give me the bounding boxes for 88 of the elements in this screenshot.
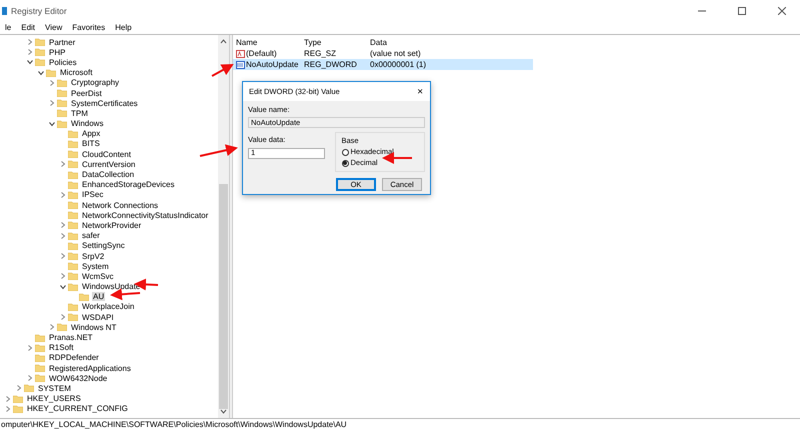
value-type: REG_SZ [303,48,338,60]
annotation-arrow [212,64,234,77]
tree-item[interactable]: SrpV2 [81,252,106,261]
expand-icon[interactable] [60,222,66,228]
expand-icon[interactable] [60,273,66,280]
tree-item[interactable]: Windows NT [70,322,118,332]
tree-item[interactable]: Partner [48,38,76,47]
tree-item[interactable]: System [81,262,110,271]
scrollbar-thumb[interactable] [219,184,228,410]
tree-item[interactable]: DataCollection [81,170,136,180]
menu-item[interactable]: Edit [16,22,40,32]
tree-item[interactable]: SYSTEM [37,384,72,393]
expand-icon[interactable] [4,396,10,402]
expand-icon[interactable] [48,80,54,86]
collapse-icon[interactable] [48,120,54,127]
annotation-arrow [200,144,238,157]
menu-item[interactable]: Favorites [67,22,110,32]
expand-icon[interactable] [48,100,54,106]
scroll-down-icon [220,409,227,414]
tree-item[interactable]: Windows [70,119,104,128]
value-type: REG_DWORD [303,58,358,70]
tree-item[interactable]: WSDAPI [81,312,115,322]
close-icon [778,6,786,15]
tree-item[interactable]: WcmSvc [81,272,115,281]
expand-icon[interactable] [16,385,22,392]
expand-icon[interactable] [26,344,32,351]
scrollbar[interactable] [218,35,229,418]
column-header[interactable]: Name [233,36,301,48]
app-icon [2,6,7,16]
menu-item[interactable]: View [40,22,68,32]
expand-icon[interactable] [60,314,66,320]
list-row[interactable]: (Default) REG_SZ (value not set) [233,48,533,59]
value-data: 0x00000001 (1) [369,58,428,70]
status-bar: omputer\HKEY_LOCAL_MACHINE\SOFTWARE\Policies\Microsoft\Windows\WindowsUpdate\AU [0,418,800,431]
expand-icon[interactable] [60,161,66,168]
tree-item[interactable]: WOW6432Node [48,374,108,383]
value-data: (value not set) [369,48,422,60]
list-row[interactable]: NoAutoUpdate REG_DWORD 0x00000001 (1) [233,59,533,70]
value-name: NoAutoUpdate [246,58,298,70]
tree-item[interactable]: Policies [48,58,78,67]
collapse-icon[interactable] [38,70,44,76]
tree-item[interactable]: Cryptography [70,78,120,88]
tree-item[interactable]: NetworkConnectivityStatusIndicator [81,210,210,220]
scroll-up-icon [220,39,227,44]
string-value-icon [236,50,245,58]
annotation-arrow [110,288,140,300]
expand-icon[interactable] [26,39,32,46]
expand-icon[interactable] [60,253,66,260]
expand-icon[interactable] [4,406,10,412]
tree-item[interactable]: WindowsUpdate [81,282,142,292]
column-header[interactable]: Data [367,36,487,48]
tree-item[interactable]: Pranas.NET [48,333,94,342]
column-header[interactable]: Type [301,36,367,48]
menu-item[interactable]: Help [110,22,137,32]
expand-icon[interactable] [48,324,54,330]
expand-icon[interactable] [60,192,66,198]
tree-item[interactable]: SettingSync [81,241,126,250]
tree-item[interactable]: CloudContent [81,150,132,159]
tree-item[interactable]: HKEY_CURRENT_CONFIG [26,404,129,414]
tree-item[interactable]: NetworkProvider [81,220,142,230]
binary-value-icon [236,60,245,68]
tree-item[interactable]: SystemCertificates [70,98,139,108]
window-title: Registry Editor [11,4,67,18]
tree-item[interactable]: TPM [70,108,89,118]
tree-item[interactable]: RDPDefender [48,353,100,362]
expand-icon[interactable] [26,49,32,56]
maximize-icon [738,6,746,15]
tree-item[interactable]: R1Soft [48,343,74,352]
menu-item[interactable]: le [0,22,16,32]
tree-item[interactable]: EnhancedStorageDevices [81,180,176,190]
tree-item[interactable]: Network Connections [81,200,160,210]
collapse-icon[interactable] [26,59,32,66]
expand-icon[interactable] [60,232,66,239]
tree-item[interactable]: safer [81,231,101,240]
tree-item[interactable]: WorkplaceJoin [81,302,136,312]
tree-item[interactable]: PHP [48,48,66,57]
tree-item[interactable]: PeerDist [70,88,103,98]
value-name: (Default) [246,48,277,60]
tree-item[interactable]: CurrentVersion [81,160,136,169]
expand-icon[interactable] [26,375,32,382]
tree-item[interactable]: Microsoft [59,68,94,78]
tree-item[interactable]: IPSec [81,190,104,200]
tree-item[interactable]: BITS [81,139,101,148]
tree-item[interactable]: RegisteredApplications [48,364,132,373]
tree-item[interactable]: Appx [81,129,102,138]
collapse-icon[interactable] [60,284,66,290]
tree-item[interactable]: HKEY_USERS [26,394,82,404]
tree-item[interactable]: AU [92,292,106,302]
